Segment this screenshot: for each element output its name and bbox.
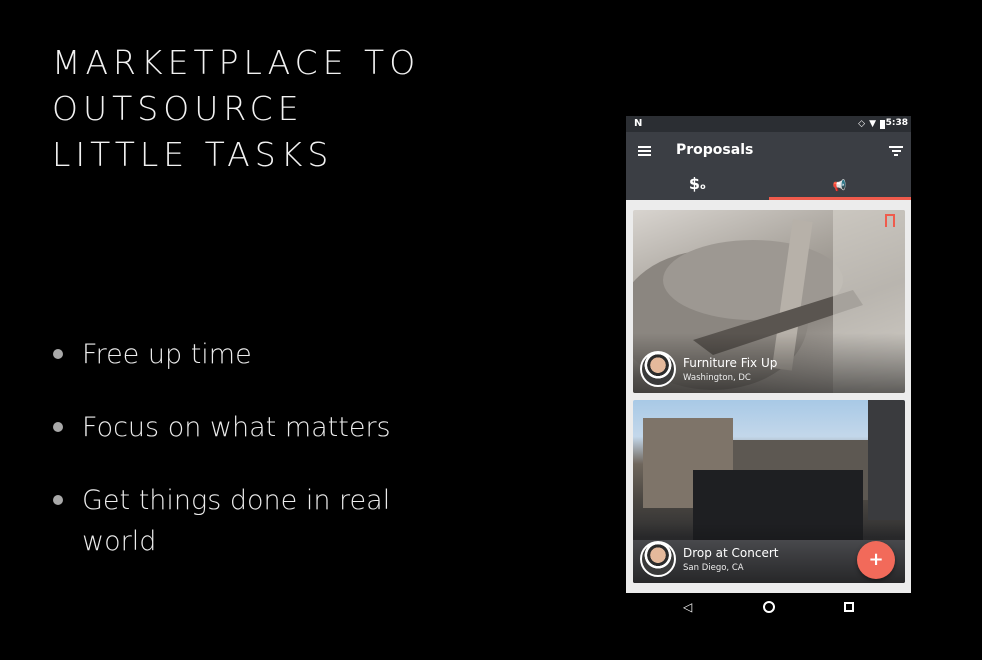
status-bar: N ◇ ▼ 5:38 [626,116,911,132]
status-time: 5:38 [885,118,908,128]
bullet-item: Focus on what matters [52,407,452,448]
card-location: Washington, DC [683,373,751,383]
back-icon[interactable]: ◁ [683,600,692,614]
android-nav-bar: ◁ [626,593,911,621]
hamburger-icon[interactable] [638,146,651,156]
tab-bar: $o 📢 [626,172,911,200]
bullet-text: Focus on what matters [82,412,391,443]
proposal-card[interactable]: Drop at Concert San Diego, CA + [633,400,905,583]
money-tab-icon: $ [688,174,701,193]
card-location: San Diego, CA [683,563,744,573]
title-line: MARKETPLACE TO [52,43,421,82]
bookmark-icon[interactable] [885,214,895,227]
vibrate-icon: ◇ [858,119,866,129]
app-bar: Proposals $o 📢 [626,132,911,200]
avatar [640,351,676,387]
proposal-card[interactable]: Furniture Fix Up Washington, DC [633,210,905,393]
phone-screenshot: N ◇ ▼ 5:38 Proposals $o 📢 Furniture Fix … [626,116,911,621]
system-icons: ◇ ▼ [858,119,885,129]
add-proposal-button[interactable]: + [857,541,895,579]
bullet-dot [53,422,63,432]
tab-money[interactable]: $o [626,172,769,200]
megaphone-tab-icon: 📢 [832,179,847,192]
bullet-item: Get things done in real world [52,480,452,562]
home-icon[interactable] [763,601,775,613]
title-line: LITTLE TASKS [52,135,334,174]
card-title: Drop at Concert [683,546,779,560]
avatar [640,541,676,577]
slide-title: MARKETPLACE TO OUTSOURCE LITTLE TASKS [52,40,512,178]
bullet-text: Free up time [82,339,252,370]
bullet-dot [53,349,63,359]
money-tab-sub: o [700,182,706,191]
notification-n-icon: N [634,118,643,129]
battery-icon [880,119,885,129]
proposal-list: Furniture Fix Up Washington, DC Drop at … [626,200,911,593]
bullet-list: Free up time Focus on what matters Get t… [52,334,452,594]
bullet-dot [53,495,63,505]
filter-icon[interactable] [889,146,903,157]
recent-apps-icon[interactable] [844,602,854,612]
app-title: Proposals [676,142,754,158]
bullet-text: Get things done in real world [82,485,391,557]
title-line: OUTSOURCE [52,89,304,128]
tab-megaphone[interactable]: 📢 [768,172,912,200]
wifi-icon: ▼ [869,119,876,129]
card-title: Furniture Fix Up [683,356,778,370]
bullet-item: Free up time [52,334,452,375]
